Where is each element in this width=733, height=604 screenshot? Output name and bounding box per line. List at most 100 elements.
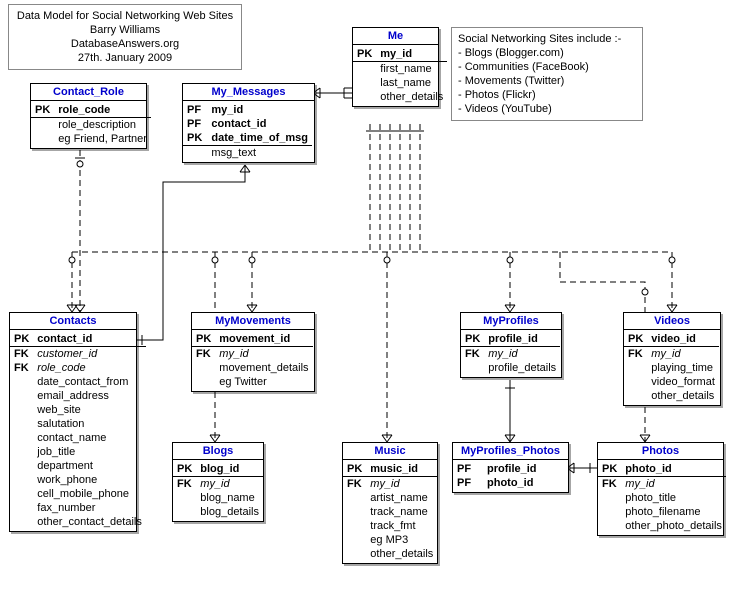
key-indicator [10, 445, 33, 459]
attribute-name: photo_id [621, 462, 726, 477]
attribute-name: role_code [33, 361, 146, 375]
key-indicator [173, 491, 196, 505]
entity-my-movements: MyMovementsPKmovement_idFKmy_idmovement_… [191, 312, 315, 392]
attribute-name: date_time_of_msg [207, 131, 312, 146]
entity-title: Videos [624, 313, 720, 330]
attribute-name: eg MP3 [366, 533, 437, 547]
key-indicator [10, 501, 33, 515]
attribute-name: salutation [33, 417, 146, 431]
attribute-name: role_description [54, 118, 151, 132]
attribute-name: last_name [376, 76, 447, 90]
attribute-name: date_contact_from [33, 375, 146, 389]
attribute-name: eg Twitter [215, 375, 312, 389]
attribute-name: video_id [647, 332, 719, 347]
key-indicator [173, 505, 196, 519]
key-indicator [343, 547, 366, 561]
key-indicator [10, 515, 33, 529]
attribute-name: playing_time [647, 361, 719, 375]
attribute-name: movement_id [215, 332, 312, 347]
attribute-name: customer_id [33, 347, 146, 361]
title-line1: Data Model for Social Networking Web Sit… [15, 9, 235, 23]
entity-my-messages: My_Messages PFmy_idPFcontact_idPKdate_tim… [182, 83, 315, 163]
attribute-name: track_name [366, 505, 437, 519]
entity-title: Music [343, 443, 437, 460]
key-indicator [31, 118, 54, 132]
key-indicator [10, 417, 33, 431]
attribute-name: my_id [207, 103, 312, 117]
attribute-name: photo_title [621, 491, 726, 505]
key-indicator [598, 505, 621, 519]
key-indicator: PK [598, 462, 621, 477]
key-indicator: PK [10, 332, 33, 347]
attribute-name: track_fmt [366, 519, 437, 533]
attribute-name: other_details [376, 90, 447, 104]
attribute-name: eg Friend, Partner [54, 132, 151, 146]
attribute-name: my_id [621, 477, 726, 491]
key-indicator: PF [183, 117, 207, 131]
entity-music: MusicPKmusic_idFKmy_idartist_nametrack_n… [342, 442, 438, 564]
entity-videos: Videos PKvideo_idFKmy_idplaying_timevideo… [623, 312, 721, 406]
attribute-name: contact_id [207, 117, 312, 131]
attribute-name: blog_name [196, 491, 263, 505]
key-indicator [192, 361, 215, 375]
entity-blogs: BlogsPKblog_idFKmy_idblog_nameblog_detai… [172, 442, 264, 522]
entity-title: Contacts [10, 313, 136, 330]
key-indicator: PK [173, 462, 196, 477]
key-indicator: PK [461, 332, 484, 347]
key-indicator: FK [10, 361, 33, 375]
entity-my-profiles-photos: MyProfiles_PhotosPFprofile_idPFphoto_id [452, 442, 569, 493]
key-indicator [343, 505, 366, 519]
attribute-name: work_phone [33, 473, 146, 487]
key-indicator: PK [31, 103, 54, 118]
info-line2: - Blogs (Blogger.com) [458, 46, 636, 60]
entity-my-profiles: MyProfilesPKprofile_idFKmy_idprofile_det… [460, 312, 562, 378]
title-line2: Barry Williams [15, 23, 235, 37]
key-indicator [10, 459, 33, 473]
attribute-name: other_photo_details [621, 519, 726, 533]
attribute-name: my_id [484, 347, 560, 361]
info-line3: - Communities (FaceBook) [458, 60, 636, 74]
key-indicator: FK [624, 347, 647, 361]
key-indicator [598, 491, 621, 505]
key-indicator: PK [183, 131, 207, 146]
attribute-name: other_contact_details [33, 515, 146, 529]
attribute-name: other_details [366, 547, 437, 561]
key-indicator [10, 375, 33, 389]
key-indicator: PK [624, 332, 647, 347]
entity-contacts: ContactsPKcontact_idFKcustomer_idFKrole_… [9, 312, 137, 532]
key-indicator [353, 62, 376, 76]
attribute-name: my_id [376, 47, 447, 62]
attribute-name: email_address [33, 389, 146, 403]
attribute-name: my_id [647, 347, 719, 361]
title-line4: 27th. January 2009 [15, 51, 235, 65]
attribute-name: web_site [33, 403, 146, 417]
title-note: Data Model for Social Networking Web Sit… [8, 4, 242, 70]
attribute-name: job_title [33, 445, 146, 459]
attribute-name: fax_number [33, 501, 146, 515]
key-indicator [461, 361, 484, 375]
info-line6: - Videos (YouTube) [458, 102, 636, 116]
key-indicator: PF [183, 103, 207, 117]
attribute-name: blog_id [196, 462, 263, 477]
key-indicator: FK [192, 347, 215, 361]
attribute-name: movement_details [215, 361, 312, 375]
key-indicator: FK [461, 347, 484, 361]
key-indicator: PK [353, 47, 376, 62]
entity-title: Me [353, 28, 438, 45]
attribute-name: my_id [196, 477, 263, 491]
attribute-name: my_id [215, 347, 312, 361]
attribute-name: profile_details [484, 361, 560, 375]
key-indicator: FK [10, 347, 33, 361]
key-indicator [624, 361, 647, 375]
key-indicator: PF [453, 476, 483, 490]
key-indicator: PK [343, 462, 366, 477]
key-indicator [10, 487, 33, 501]
attribute-name: photo_filename [621, 505, 726, 519]
key-indicator [343, 519, 366, 533]
entity-title: My_Messages [183, 84, 314, 101]
entity-title: Photos [598, 443, 723, 460]
entity-contact-role: Contact_RolePKrole_coderole_descriptione… [30, 83, 147, 149]
attribute-name: video_format [647, 375, 719, 389]
attribute-name: profile_id [483, 462, 566, 476]
attribute-name: role_code [54, 103, 151, 118]
